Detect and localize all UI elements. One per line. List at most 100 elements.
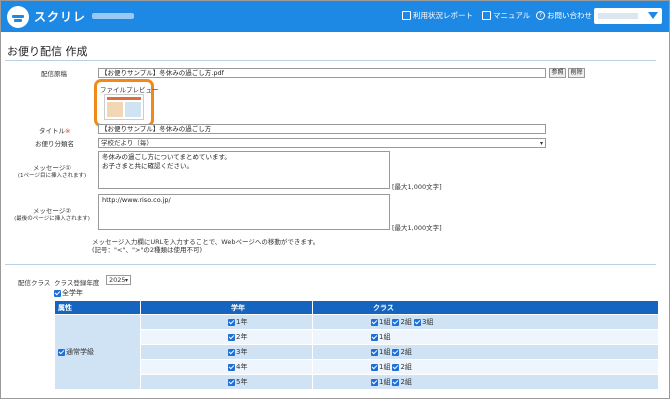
- category-label: お便り分類名: [35, 140, 74, 148]
- class-checkbox[interactable]: 2組: [392, 378, 412, 386]
- checkbox-icon: [58, 348, 65, 356]
- user-menu[interactable]: [594, 8, 662, 24]
- year-label: クラス登録年度: [54, 279, 100, 287]
- checkbox-icon: [371, 348, 378, 356]
- class-cell: 1組 2組: [312, 374, 659, 390]
- table-row: 2年 1組: [55, 329, 659, 345]
- message1-textarea[interactable]: 冬休みの過ごし方についてまとめています。 お子さまと共に確認ください。: [98, 151, 390, 189]
- book-icon: [482, 11, 491, 20]
- grade-label: 1年: [236, 318, 248, 326]
- checkbox-icon: [371, 363, 378, 371]
- col-grade: 学年: [140, 300, 313, 315]
- class-cell: 1組 2組: [312, 359, 659, 375]
- class-label: 2組: [400, 363, 412, 371]
- required-mark: ※: [65, 127, 71, 135]
- page-title: お便り配信 作成: [7, 45, 88, 58]
- class-label: 3組: [421, 318, 434, 326]
- message1-line2: お子さまと共に確認ください。: [102, 162, 193, 170]
- col-class: クラス: [312, 300, 659, 315]
- file-preview[interactable]: ファイルプレビュー: [94, 79, 159, 127]
- grade-cell[interactable]: 4年: [140, 359, 313, 375]
- class-checkbox[interactable]: 3組: [413, 318, 434, 326]
- class-label: 2組: [400, 378, 412, 386]
- delete-button[interactable]: 削除: [568, 68, 585, 78]
- user-name-redacted: [598, 13, 638, 19]
- class-label: 1組: [379, 363, 391, 371]
- checkbox-icon: [392, 318, 400, 326]
- year-value: 2025: [109, 276, 126, 284]
- class-label: 2組: [400, 318, 412, 326]
- table-row: 5年 1組 2組: [55, 374, 659, 390]
- grade-label: 4年: [236, 363, 248, 371]
- chevron-down-icon: ▾: [539, 140, 543, 147]
- attr-cell[interactable]: 通常学級: [54, 314, 141, 390]
- all-grades-checkbox[interactable]: 全学年: [54, 288, 83, 298]
- class-checkbox[interactable]: 1組: [371, 363, 390, 371]
- chevron-down-icon: ▾: [124, 277, 128, 284]
- checkbox-icon: [392, 348, 400, 356]
- message2-max: [最大1,000文字]: [392, 224, 442, 232]
- class-checkbox[interactable]: 1組: [371, 348, 390, 356]
- class-cell: 1組: [312, 329, 659, 345]
- checkbox-icon: [228, 318, 235, 326]
- browse-button[interactable]: 参照: [549, 68, 566, 78]
- checkbox-icon: [371, 378, 378, 386]
- col-attr: 属性: [54, 300, 141, 315]
- grade-cell[interactable]: 5年: [140, 374, 313, 390]
- class-checkbox[interactable]: 2組: [392, 363, 412, 371]
- app-name[interactable]: スクリレ: [34, 8, 86, 25]
- class-section-label: 配信クラス: [18, 279, 51, 287]
- chevron-down-icon: [648, 12, 658, 19]
- grade-label: 3年: [236, 348, 248, 356]
- school-name-redacted: [92, 13, 134, 19]
- top-header: スクリレ 利用状況レポート マニュアル ? お問い合わせ: [1, 1, 669, 32]
- checkbox-icon: [371, 333, 378, 341]
- symbol-note: (記号："<"、">"の2種類は使用不可): [92, 246, 203, 254]
- question-icon: ?: [536, 11, 545, 20]
- class-checkbox[interactable]: 1組: [371, 333, 390, 341]
- title-field[interactable]: 【お便りサンプル】冬休みの過ごし方: [98, 124, 546, 134]
- checkbox-icon: [54, 289, 61, 297]
- message1-line1: 冬休みの過ごし方についてまとめています。: [102, 153, 231, 161]
- class-label: 2組: [400, 348, 412, 356]
- checkbox-icon: [228, 378, 235, 386]
- report-icon: [402, 11, 411, 20]
- class-checkbox[interactable]: 1組: [371, 378, 390, 386]
- attr-label: 通常学級: [66, 348, 94, 356]
- checkbox-icon: [413, 318, 421, 326]
- checkbox-icon: [392, 378, 400, 386]
- checkbox-icon: [228, 333, 235, 341]
- class-label: 1組: [379, 348, 391, 356]
- pdf-thumbnail[interactable]: [104, 94, 144, 120]
- class-table: 属性 学年 クラス 通常学級 1年 1組 2組 3組 2年 1組 3年 1組 2組 4年 1組 2組 5年…: [54, 300, 659, 390]
- grade-cell[interactable]: 1年: [140, 314, 313, 330]
- contact-link[interactable]: ? お問い合わせ: [536, 10, 592, 21]
- class-cell: 1組 2組 3組: [312, 314, 659, 330]
- checkbox-icon: [392, 363, 400, 371]
- message1-max: [最大1,000文字]: [392, 183, 442, 191]
- class-checkbox[interactable]: 2組: [392, 348, 412, 356]
- usage-report-link[interactable]: 利用状況レポート: [402, 10, 473, 21]
- divider: [5, 60, 656, 61]
- checkbox-icon: [228, 363, 235, 371]
- message2-label: メッセージ② (最後のページに挿入されます): [14, 207, 90, 222]
- app-logo-icon[interactable]: [7, 6, 29, 28]
- class-checkbox[interactable]: 1組: [371, 318, 390, 326]
- file-path-field[interactable]: 【お便りサンプル】冬休みの過ごし方.pdf: [98, 68, 546, 78]
- category-select[interactable]: 学校だより（毎） ▾: [98, 138, 546, 148]
- usage-report-label: 利用状況レポート: [413, 11, 473, 20]
- manual-link[interactable]: マニュアル: [482, 10, 530, 21]
- contact-label: お問い合わせ: [547, 11, 592, 20]
- grade-cell[interactable]: 2年: [140, 329, 313, 345]
- class-checkbox[interactable]: 2組: [392, 318, 412, 326]
- message2-value: http://www.riso.co.jp/: [102, 196, 171, 204]
- year-select[interactable]: 2025 ▾: [106, 275, 131, 285]
- grade-cell[interactable]: 3年: [140, 344, 313, 360]
- message2-textarea[interactable]: http://www.riso.co.jp/: [98, 194, 390, 230]
- category-value: 学校だより（毎）: [101, 139, 153, 147]
- file-label: 配信原稿: [41, 70, 67, 78]
- class-label: 1組: [379, 318, 391, 326]
- message1-label: メッセージ① (1ページ目に挿入されます): [17, 164, 87, 179]
- table-row: 3年 1組 2組: [55, 344, 659, 360]
- checkbox-icon: [228, 348, 235, 356]
